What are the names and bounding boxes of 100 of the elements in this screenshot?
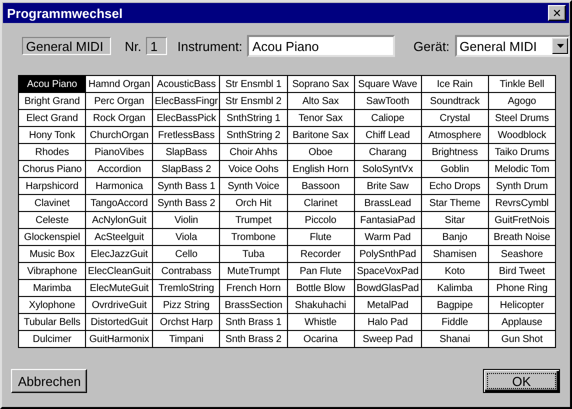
instrument-cell[interactable]: Phone Ring <box>488 280 555 296</box>
instrument-cell[interactable]: AcNylonGuit <box>86 212 152 228</box>
instrument-cell[interactable]: RevrsCymbl <box>488 195 555 211</box>
instrument-cell[interactable]: Soprano Sax <box>288 76 354 92</box>
instrument-cell[interactable]: Taiko Drums <box>488 144 555 160</box>
instrument-cell[interactable]: Brite Saw <box>354 178 421 194</box>
instrument-cell[interactable]: Warm Pad <box>354 229 421 245</box>
instrument-cell[interactable]: Bottle Blow <box>288 280 354 296</box>
instrument-cell[interactable]: BrassLead <box>354 195 421 211</box>
instrument-cell[interactable]: Atmosphere <box>422 127 488 143</box>
instrument-cell[interactable]: SnthString 1 <box>220 110 286 126</box>
instrument-cell[interactable]: Harpshicord <box>19 178 86 194</box>
instrument-cell[interactable]: Breath Noise <box>488 229 555 245</box>
instrument-cell[interactable]: Rhodes <box>19 144 86 160</box>
instrument-cell[interactable]: ElecMuteGuit <box>86 280 152 296</box>
instrument-cell[interactable]: Tubular Bells <box>19 314 86 330</box>
instrument-cell[interactable]: Shanai <box>422 331 488 347</box>
instrument-cell[interactable]: Dulcimer <box>19 331 86 347</box>
instrument-cell[interactable]: PolySnthPad <box>354 246 421 262</box>
instrument-cell[interactable]: Baritone Sax <box>288 127 354 143</box>
instrument-cell[interactable]: Music Box <box>19 246 86 262</box>
instrument-cell[interactable]: GuitFretNois <box>488 212 555 228</box>
instrument-cell[interactable]: ChurchOrgan <box>86 127 152 143</box>
instrument-cell[interactable]: Vibraphone <box>19 263 86 279</box>
instrument-cell[interactable]: Square Wave <box>354 76 421 92</box>
instrument-cell[interactable]: TangoAccord <box>86 195 152 211</box>
instrument-cell[interactable]: Accordion <box>86 161 152 177</box>
instrument-cell[interactable]: Fiddle <box>422 314 488 330</box>
device-dropdown[interactable]: General MIDI <box>454 35 570 57</box>
instrument-cell[interactable]: ElecBassFingr <box>153 93 220 109</box>
instrument-cell[interactable]: Ice Rain <box>422 76 488 92</box>
instrument-cell[interactable]: BowdGlasPad <box>354 280 421 296</box>
instrument-cell[interactable]: Pizz String <box>153 297 220 313</box>
instrument-cell[interactable]: Crystal <box>422 110 488 126</box>
instrument-cell[interactable]: Echo Drops <box>422 178 488 194</box>
instrument-cell[interactable]: Soundtrack <box>422 93 488 109</box>
instrument-cell[interactable]: GuitHarmonix <box>86 331 152 347</box>
instrument-cell[interactable]: Perc Organ <box>86 93 152 109</box>
instrument-cell[interactable]: Sitar <box>422 212 488 228</box>
instrument-cell[interactable]: ElecCleanGuit <box>86 263 152 279</box>
instrument-cell[interactable]: English Horn <box>288 161 354 177</box>
instrument-cell[interactable]: Violin <box>153 212 220 228</box>
instrument-cell[interactable]: Flute <box>288 229 354 245</box>
instrument-cell[interactable]: Voice Oohs <box>220 161 286 177</box>
instrument-cell[interactable]: Snth Brass 1 <box>220 314 286 330</box>
instrument-cell[interactable]: French Horn <box>220 280 286 296</box>
instrument-cell[interactable]: Whistle <box>288 314 354 330</box>
instrument-cell[interactable]: Cello <box>153 246 220 262</box>
instrument-cell[interactable]: Bird Tweet <box>488 263 555 279</box>
instrument-cell[interactable]: Piccolo <box>288 212 354 228</box>
instrument-cell[interactable]: Pan Flute <box>288 263 354 279</box>
instrument-cell[interactable]: Tuba <box>220 246 286 262</box>
close-button[interactable]: ✕ <box>548 5 566 21</box>
instrument-cell[interactable]: Helicopter <box>488 297 555 313</box>
instrument-cell[interactable]: Trumpet <box>220 212 286 228</box>
instrument-cell[interactable]: Harmonica <box>86 178 152 194</box>
instrument-cell[interactable]: Agogo <box>488 93 555 109</box>
instrument-cell[interactable]: SpaceVoxPad <box>354 263 421 279</box>
instrument-cell[interactable]: Bright Grand <box>19 93 86 109</box>
instrument-cell[interactable]: Choir Ahhs <box>220 144 286 160</box>
instrument-cell[interactable]: Sweep Pad <box>354 331 421 347</box>
instrument-cell[interactable]: Gun Shot <box>488 331 555 347</box>
instrument-cell[interactable]: TremloString <box>153 280 220 296</box>
instrument-cell[interactable]: Str Ensmbl 1 <box>220 76 286 92</box>
instrument-cell[interactable]: SlapBass 2 <box>153 161 220 177</box>
instrument-cell[interactable]: Koto <box>422 263 488 279</box>
instrument-cell[interactable]: AcSteelguit <box>86 229 152 245</box>
instrument-cell[interactable]: Orchst Harp <box>153 314 220 330</box>
instrument-cell[interactable]: Rock Organ <box>86 110 152 126</box>
instrument-cell[interactable]: Bassoon <box>288 178 354 194</box>
instrument-cell[interactable]: PianoVibes <box>86 144 152 160</box>
instrument-cell[interactable]: Viola <box>153 229 220 245</box>
instrument-cell[interactable]: MetalPad <box>354 297 421 313</box>
instrument-cell[interactable]: FantasiaPad <box>354 212 421 228</box>
instrument-cell[interactable]: Steel Drums <box>488 110 555 126</box>
instrument-cell[interactable]: Synth Drum <box>488 178 555 194</box>
instrument-cell[interactable]: Bagpipe <box>422 297 488 313</box>
instrument-cell[interactable]: Shamisen <box>422 246 488 262</box>
instrument-cell[interactable]: Alto Sax <box>288 93 354 109</box>
instrument-cell[interactable]: Brightness <box>422 144 488 160</box>
instrument-cell[interactable]: ElecBassPick <box>153 110 220 126</box>
instrument-cell[interactable]: OvrdriveGuit <box>86 297 152 313</box>
instrument-cell[interactable]: ElecJazzGuit <box>86 246 152 262</box>
instrument-cell[interactable]: Banjo <box>422 229 488 245</box>
instrument-cell[interactable]: Tinkle Bell <box>488 76 555 92</box>
instrument-cell[interactable]: Applause <box>488 314 555 330</box>
instrument-cell[interactable]: Seashore <box>488 246 555 262</box>
instrument-cell[interactable]: Timpani <box>153 331 220 347</box>
instrument-cell[interactable]: Chorus Piano <box>19 161 86 177</box>
ok-button[interactable]: OK <box>483 369 560 393</box>
instrument-cell[interactable]: SoloSyntVx <box>354 161 421 177</box>
instrument-cell[interactable]: DistortedGuit <box>86 314 152 330</box>
instrument-cell[interactable]: Hamnd Organ <box>86 76 152 92</box>
instrument-cell[interactable]: MuteTrumpt <box>220 263 286 279</box>
instrument-cell[interactable]: Clavinet <box>19 195 86 211</box>
instrument-cell[interactable]: BrassSection <box>220 297 286 313</box>
instrument-cell[interactable]: Xylophone <box>19 297 86 313</box>
instrument-field[interactable]: Acou Piano <box>247 35 396 57</box>
instrument-cell[interactable]: Elect Grand <box>19 110 86 126</box>
instrument-cell[interactable]: Celeste <box>19 212 86 228</box>
